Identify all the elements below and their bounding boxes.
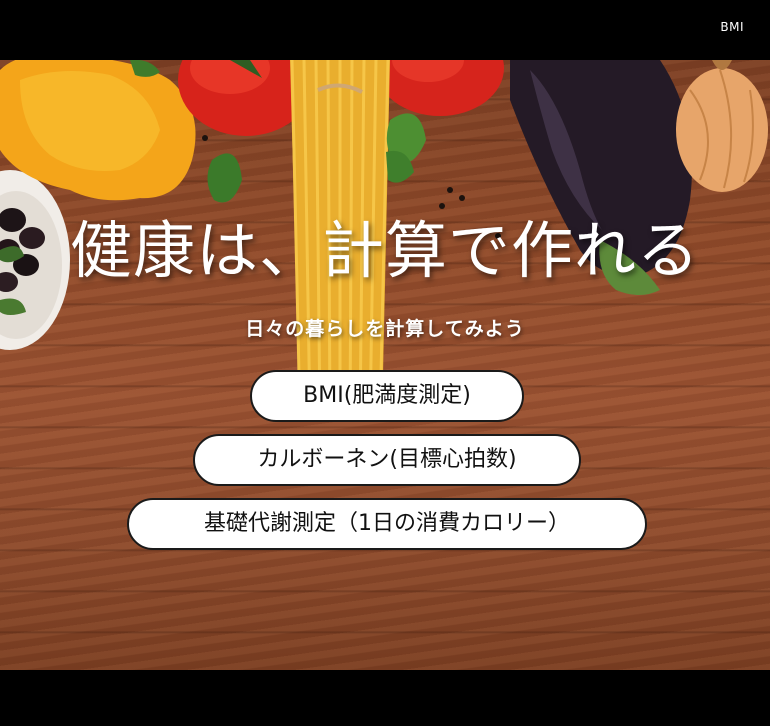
basal-metabolism-button[interactable]: 基礎代謝測定（1日の消費カロリー） xyxy=(127,498,647,550)
footer-bar xyxy=(0,670,770,726)
yellow-pepper-image xyxy=(0,60,196,201)
onion-image xyxy=(676,60,768,192)
hero-subtitle: 日々の暮らしを計算してみよう xyxy=(245,318,525,340)
top-navigation-bar: BMI xyxy=(0,0,770,60)
bmi-button[interactable]: BMI(肥満度測定) xyxy=(250,370,524,422)
hero-headline: 健康は、計算で作れる xyxy=(69,214,700,287)
basil-leaf-image xyxy=(207,113,426,203)
nav-link-bmi[interactable]: BMI xyxy=(720,20,744,34)
karvonen-button[interactable]: カルボーネン(目標心拍数) xyxy=(193,434,581,486)
tomato-image xyxy=(178,60,504,136)
page: BMI 健康は、計算で作れる 日々の暮らしを計算してみよう BMI(肥満度測定)… xyxy=(0,0,770,726)
hero-background-image xyxy=(0,60,768,421)
hero-section: 健康は、計算で作れる 日々の暮らしを計算してみよう BMI(肥満度測定) カルボ… xyxy=(0,60,770,670)
